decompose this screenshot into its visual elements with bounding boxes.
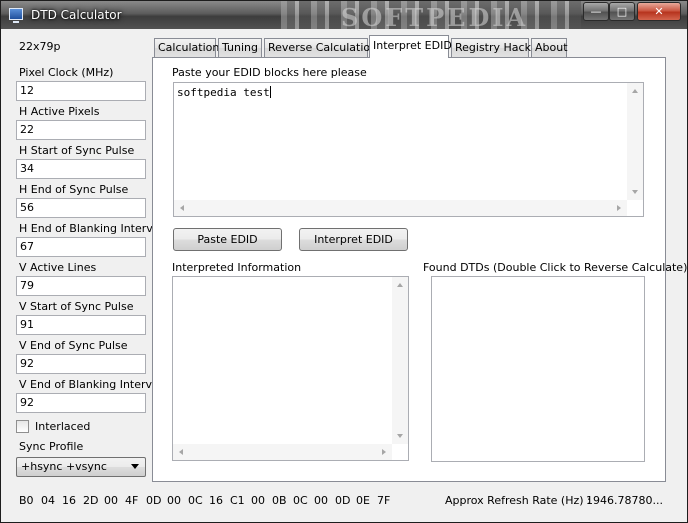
monitor-icon xyxy=(9,8,23,23)
mode-label: 22x79p xyxy=(19,40,61,53)
hex-byte: 0B xyxy=(272,494,287,507)
v-end-blanking-input[interactable]: 92 xyxy=(16,393,146,413)
v-end-blanking-label: V End of Blanking Interval xyxy=(19,378,162,391)
v-end-sync-label: V End of Sync Pulse xyxy=(19,339,128,352)
found-dtds-list[interactable] xyxy=(431,276,645,462)
interlaced-checkbox[interactable] xyxy=(16,420,29,433)
paste-edid-button[interactable]: Paste EDID xyxy=(173,228,282,251)
hex-byte: 0E xyxy=(356,494,370,507)
pixel-clock-input[interactable]: 12 xyxy=(16,81,146,101)
h-active-pixels-label: H Active Pixels xyxy=(19,105,100,118)
h-start-sync-input[interactable]: 34 xyxy=(16,159,146,179)
hex-byte: B0 xyxy=(19,494,34,507)
interpreted-info-box[interactable] xyxy=(172,276,409,461)
hex-byte: 04 xyxy=(41,494,55,507)
tab-interpret-edid[interactable]: Interpret EDID xyxy=(369,35,452,58)
hex-byte: 0C xyxy=(188,494,203,507)
title-bar[interactable]: SOFTPEDIA DTD Calculator — □ ✕ xyxy=(1,1,687,29)
scroll-up-icon[interactable] xyxy=(397,283,403,287)
refresh-rate-label: Approx Refresh Rate (Hz) : xyxy=(445,494,591,507)
pixel-clock-label: Pixel Clock (MHz) xyxy=(19,66,114,79)
window-title: DTD Calculator xyxy=(31,8,122,22)
interpret-edid-button[interactable]: Interpret EDID xyxy=(299,228,408,251)
tab-calculation[interactable]: Calculation xyxy=(154,38,219,57)
hex-byte: 0D xyxy=(335,494,351,507)
chevron-down-icon xyxy=(131,464,139,469)
hex-byte: 2D xyxy=(83,494,99,507)
sync-profile-value: +hsync +vsync xyxy=(21,460,107,473)
edid-vertical-scrollbar[interactable] xyxy=(627,83,643,200)
tab-about[interactable]: About xyxy=(531,38,568,57)
maximize-button[interactable]: □ xyxy=(609,2,635,21)
title-watermark: SOFTPEDIA xyxy=(341,3,529,29)
v-active-lines-input[interactable]: 79 xyxy=(16,276,146,296)
scroll-down-icon[interactable] xyxy=(632,190,638,194)
close-button[interactable]: ✕ xyxy=(637,2,681,21)
hex-byte: 0D xyxy=(146,494,162,507)
v-active-lines-label: V Active Lines xyxy=(19,261,97,274)
scroll-right-icon[interactable] xyxy=(382,449,386,455)
hex-byte: 16 xyxy=(62,494,76,507)
sync-profile-select[interactable]: +hsync +vsync xyxy=(16,457,146,477)
h-end-sync-label: H End of Sync Pulse xyxy=(19,183,129,196)
refresh-rate-value: 1946.78780... xyxy=(586,494,663,507)
edid-input-text: softpedia test xyxy=(177,86,270,99)
h-active-pixels-input[interactable]: 22 xyxy=(16,120,146,140)
scroll-left-icon[interactable] xyxy=(180,205,184,211)
tab-tuning[interactable]: Tuning xyxy=(218,38,262,57)
edid-horizontal-scrollbar[interactable] xyxy=(174,200,627,216)
hex-byte: 0C xyxy=(293,494,308,507)
hex-byte: 00 xyxy=(251,494,265,507)
hex-byte: 00 xyxy=(104,494,118,507)
edid-input-textarea[interactable]: softpedia test xyxy=(173,82,644,217)
scroll-up-icon[interactable] xyxy=(632,89,638,93)
minimize-button[interactable]: — xyxy=(583,2,609,21)
hex-byte: C1 xyxy=(230,494,245,507)
h-start-sync-label: H Start of Sync Pulse xyxy=(19,144,135,157)
hex-byte: 7F xyxy=(377,494,391,507)
scroll-right-icon[interactable] xyxy=(617,205,621,211)
found-dtds-label: Found DTDs (Double Click to Reverse Calc… xyxy=(423,261,688,274)
hex-byte: 00 xyxy=(314,494,328,507)
interpreted-vertical-scrollbar[interactable] xyxy=(392,277,408,444)
interpreted-horizontal-scrollbar[interactable] xyxy=(173,444,392,460)
v-end-sync-input[interactable]: 92 xyxy=(16,354,146,374)
sync-profile-label: Sync Profile xyxy=(19,440,84,453)
hex-byte: 00 xyxy=(167,494,181,507)
h-end-sync-input[interactable]: 56 xyxy=(16,198,146,218)
scroll-left-icon[interactable] xyxy=(179,449,183,455)
app-window: SOFTPEDIA DTD Calculator — □ ✕ 22x79p Pi… xyxy=(0,0,688,523)
tab-reverse-calculation[interactable]: Reverse Calculation xyxy=(264,38,377,57)
text-caret xyxy=(269,86,271,98)
v-start-sync-label: V Start of Sync Pulse xyxy=(19,300,134,313)
scroll-down-icon[interactable] xyxy=(397,434,403,438)
h-end-blanking-label: H End of Blanking Interval xyxy=(19,222,163,235)
interpreted-info-label: Interpreted Information xyxy=(172,261,302,274)
edid-prompt-label: Paste your EDID blocks here please xyxy=(172,66,367,79)
tab-registry-hack[interactable]: Registry Hack xyxy=(451,38,531,57)
interlaced-label: Interlaced xyxy=(35,420,91,433)
hex-byte: 16 xyxy=(209,494,223,507)
edid-input-content: softpedia test xyxy=(177,86,271,99)
v-start-sync-input[interactable]: 91 xyxy=(16,315,146,335)
h-end-blanking-input[interactable]: 67 xyxy=(16,237,146,257)
hex-byte: 4F xyxy=(125,494,139,507)
